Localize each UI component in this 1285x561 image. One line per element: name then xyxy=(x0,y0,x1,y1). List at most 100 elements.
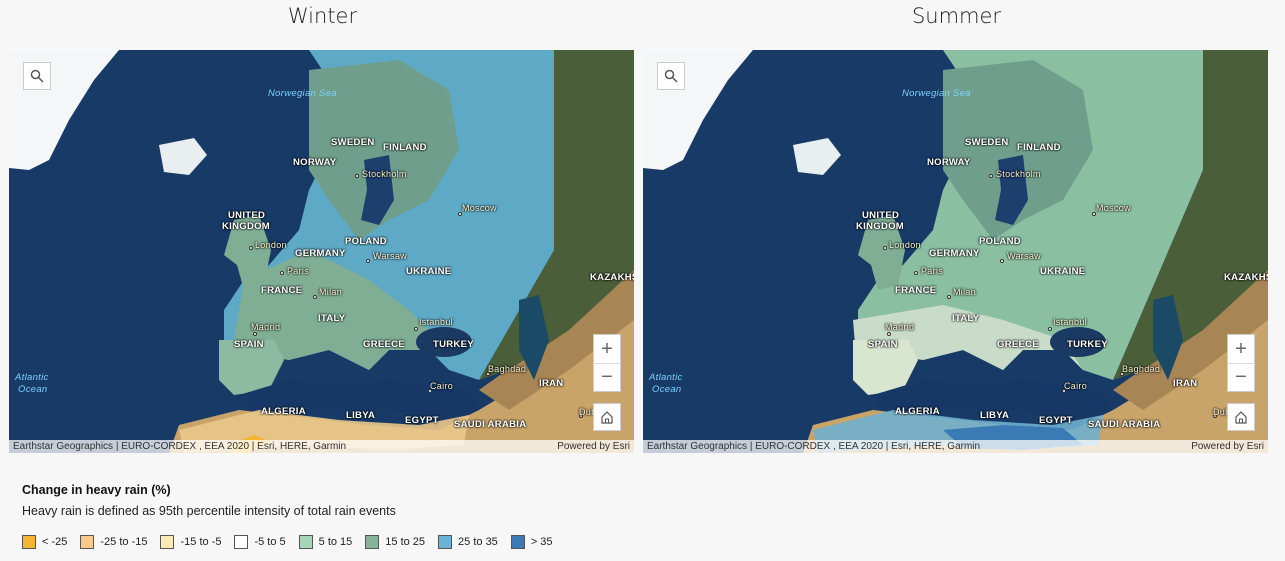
search-button[interactable] xyxy=(23,62,51,90)
zoom-out-button[interactable]: − xyxy=(1228,363,1254,391)
label-finland: FINLAND xyxy=(1017,142,1061,153)
legend-item: 15 to 25 xyxy=(365,535,425,549)
label-iran: IRAN xyxy=(1173,378,1198,389)
home-button[interactable] xyxy=(1227,403,1255,431)
label-saudi-arabia: SAUDI ARABIA xyxy=(1088,419,1161,430)
label-milan: Milan xyxy=(953,287,977,297)
city-dot xyxy=(414,327,418,331)
label-united: UNITED xyxy=(862,210,900,221)
label-libya: LIBYA xyxy=(980,410,1010,421)
label-poland: POLAND xyxy=(979,236,1021,247)
home-icon xyxy=(1235,411,1247,424)
attribution-text: Earthstar Geographics | EURO-CORDEX , EE… xyxy=(13,441,347,452)
legend-swatch xyxy=(438,535,453,549)
label-saudi-arabia: SAUDI ARABIA xyxy=(454,419,527,430)
label-paris: Paris xyxy=(921,266,944,276)
legend-label: -25 to -15 xyxy=(100,536,148,548)
city-dot xyxy=(366,259,370,263)
legend-label: > 35 xyxy=(530,536,553,548)
city-dot xyxy=(1000,259,1004,263)
city-dot xyxy=(914,271,918,275)
legend-label: 5 to 15 xyxy=(318,536,353,548)
search-button[interactable] xyxy=(657,62,685,90)
city-dot xyxy=(280,271,284,275)
legend-swatch xyxy=(365,535,380,549)
legend-item: -25 to -15 xyxy=(80,535,147,549)
label-atlantic: Atlantic xyxy=(649,372,683,383)
legend-description: Heavy rain is defined as 95th percentile… xyxy=(22,504,396,518)
label-norwegian-sea: Norwegian Sea xyxy=(268,88,337,99)
label-stockholm: Stockholm xyxy=(996,169,1041,179)
legend-label: 25 to 35 xyxy=(458,536,498,548)
zoom-in-button[interactable]: + xyxy=(1228,335,1254,363)
label-germany: GERMANY xyxy=(295,248,346,259)
city-dot xyxy=(249,246,253,250)
label-moscow: Moscow xyxy=(462,203,497,213)
label-milan: Milan xyxy=(319,287,343,297)
label-atlantic: Atlantic xyxy=(15,372,49,383)
zoom-out-button[interactable]: − xyxy=(594,363,620,391)
legend-swatch xyxy=(298,535,313,549)
legend-label: < -25 xyxy=(42,536,68,548)
label-algeria: ALGERIA xyxy=(895,406,940,417)
zoom-controls: + − xyxy=(1227,334,1255,392)
label-iran: IRAN xyxy=(539,378,564,389)
zoom-in-button[interactable]: + xyxy=(594,335,620,363)
legend-title: Change in heavy rain (%) xyxy=(22,483,171,497)
label-kingdom: KINGDOM xyxy=(856,221,905,232)
winter-title: Winter xyxy=(287,4,358,28)
home-button[interactable] xyxy=(593,403,621,431)
label-spain: SPAIN xyxy=(868,339,898,350)
label-madrid: Madrid xyxy=(251,322,281,332)
label-italy: ITALY xyxy=(318,313,346,324)
label-moscow: Moscow xyxy=(1096,203,1131,213)
city-dot xyxy=(989,174,993,178)
legend-swatch xyxy=(80,535,95,549)
powered-by-link[interactable]: Powered by Esri xyxy=(1191,440,1264,453)
label-cairo: Cairo xyxy=(1064,381,1088,391)
city-dot xyxy=(313,295,317,299)
legend-items: < -25 -25 to -15 -15 to -5 -5 to 5 5 to 15 15… xyxy=(22,535,642,549)
label-sweden: SWEDEN xyxy=(331,137,375,148)
city-dot xyxy=(887,332,891,336)
label-greece: GREECE xyxy=(997,339,1039,350)
label-spain: SPAIN xyxy=(234,339,264,350)
city-dot xyxy=(253,332,257,336)
label-istanbul: Istanbul xyxy=(419,317,453,327)
legend: Change in heavy rain (%) Heavy rain is d… xyxy=(22,483,642,549)
powered-by-link[interactable]: Powered by Esri xyxy=(557,440,630,453)
label-poland: POLAND xyxy=(345,236,387,247)
legend-item: > 35 xyxy=(510,535,553,549)
label-egypt: EGYPT xyxy=(405,415,439,426)
label-france: FRANCE xyxy=(261,285,303,296)
summer-map[interactable]: Norwegian Sea SWEDEN FINLAND NORWAY Stoc… xyxy=(643,50,1268,453)
label-libya: LIBYA xyxy=(346,410,376,421)
label-istanbul: Istanbul xyxy=(1053,317,1087,327)
label-norway: NORWAY xyxy=(293,157,337,168)
search-icon xyxy=(30,69,44,83)
label-stockholm: Stockholm xyxy=(362,169,407,179)
legend-item: 5 to 15 xyxy=(298,535,353,549)
winter-map[interactable]: Norwegian Sea SWEDEN FINLAND NORWAY Stoc… xyxy=(9,50,634,453)
label-italy: ITALY xyxy=(952,313,980,324)
legend-label: -5 to 5 xyxy=(254,536,286,548)
label-kazakhstan: KAZAKHS xyxy=(590,272,634,283)
label-turkey: TURKEY xyxy=(433,339,474,350)
label-egypt: EGYPT xyxy=(1039,415,1073,426)
label-norwegian-sea: Norwegian Sea xyxy=(902,88,971,99)
label-greece: GREECE xyxy=(363,339,405,350)
city-dot xyxy=(355,174,359,178)
label-united: UNITED xyxy=(228,210,266,221)
legend-label: 15 to 25 xyxy=(385,536,426,548)
legend-item: < -25 xyxy=(22,535,67,549)
attribution-text: Earthstar Geographics | EURO-CORDEX , EE… xyxy=(647,441,981,452)
label-london: London xyxy=(889,240,921,250)
city-dot xyxy=(883,246,887,250)
legend-item: -5 to 5 xyxy=(234,535,286,549)
legend-item: 25 to 35 xyxy=(438,535,498,549)
attribution-bar: Earthstar Geographics | EURO-CORDEX , EE… xyxy=(643,440,1268,453)
summer-title: Summer xyxy=(911,4,1002,28)
label-ukraine: UKRAINE xyxy=(1040,266,1086,277)
label-kingdom: KINGDOM xyxy=(222,221,271,232)
label-baghdad: Baghdad xyxy=(1122,364,1161,374)
